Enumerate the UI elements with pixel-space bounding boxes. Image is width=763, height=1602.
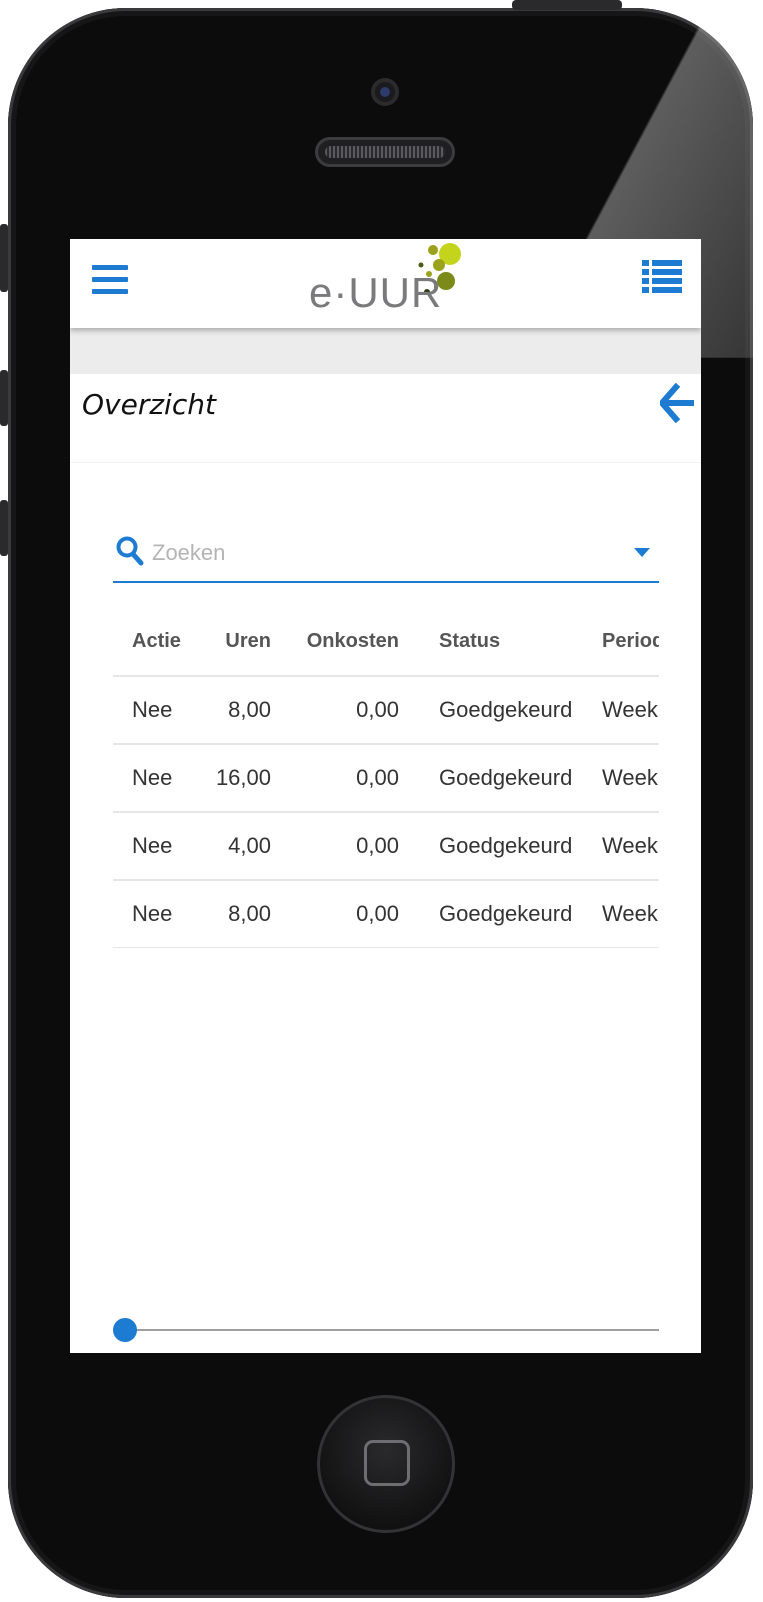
cell-periode: Week	[602, 697, 658, 722]
hamburger-menu-icon[interactable]	[92, 265, 128, 295]
table-row[interactable]: Nee 8,00 0,00 Goedgekeurd Week	[113, 676, 659, 745]
search-bar	[113, 526, 659, 583]
slider-thumb[interactable]	[113, 1318, 137, 1342]
mute-switch	[0, 224, 8, 292]
slider-track[interactable]	[125, 1329, 659, 1331]
cell-actie: Nee	[132, 765, 173, 790]
home-button[interactable]	[317, 1395, 455, 1533]
page-title: Overzicht	[82, 388, 216, 421]
earpiece-speaker	[315, 137, 455, 167]
column-header-onkosten[interactable]: Onkosten	[303, 608, 399, 675]
horizontal-scroll-slider[interactable]	[113, 1315, 659, 1345]
cell-uren: 16,00	[215, 765, 271, 790]
overview-table: Actie Uren Onkosten Status Period Nee 8,…	[113, 608, 659, 948]
search-icon[interactable]	[116, 536, 144, 566]
cell-actie: Nee	[132, 697, 173, 722]
front-camera	[371, 78, 399, 106]
phone-frame: e·UUR Overzicht Zoeken Actie Uren Onkost…	[8, 8, 753, 1598]
column-header-status[interactable]: Status	[439, 608, 500, 675]
search-input[interactable]	[152, 538, 602, 568]
column-header-actie[interactable]: Actie	[132, 608, 181, 675]
logo-text: e·UUR	[309, 269, 443, 316]
volume-up-button	[0, 370, 8, 426]
page-header: Overzicht	[70, 374, 701, 463]
cell-status: Goedgekeurd	[439, 901, 573, 926]
power-button	[512, 0, 622, 10]
cell-status: Goedgekeurd	[439, 697, 573, 722]
euur-logo: e·UUR	[309, 241, 469, 319]
cell-actie: Nee	[132, 833, 173, 858]
cell-uren: 8,00	[228, 697, 271, 722]
list-view-icon[interactable]	[642, 260, 682, 294]
table-row[interactable]: Nee 4,00 0,00 Goedgekeurd Week	[113, 812, 659, 881]
cell-onkosten: 0,00	[356, 901, 399, 926]
cell-status: Goedgekeurd	[439, 833, 573, 858]
column-header-uren[interactable]: Uren	[193, 608, 271, 675]
table-row[interactable]: Nee 8,00 0,00 Goedgekeurd Week	[113, 880, 659, 948]
cell-status: Goedgekeurd	[439, 765, 573, 790]
cell-onkosten: 0,00	[356, 765, 399, 790]
cell-uren: 4,00	[228, 833, 271, 858]
cell-periode: Week	[602, 833, 658, 858]
home-square-icon	[364, 1440, 410, 1486]
table-header-row: Actie Uren Onkosten Status Period	[113, 608, 659, 677]
cell-periode: Week	[602, 765, 658, 790]
column-header-periode[interactable]: Period	[602, 608, 659, 675]
cell-actie: Nee	[132, 901, 173, 926]
cell-uren: 8,00	[228, 901, 271, 926]
app-screen: e·UUR Overzicht Zoeken Actie Uren Onkost…	[70, 239, 701, 1353]
caret-down-icon[interactable]	[634, 548, 650, 557]
subheader-strip	[70, 328, 701, 374]
table-row[interactable]: Nee 16,00 0,00 Goedgekeurd Week	[113, 744, 659, 813]
cell-periode: Week	[602, 901, 658, 926]
arrow-left-icon[interactable]	[660, 383, 696, 423]
cell-onkosten: 0,00	[356, 833, 399, 858]
app-bar: e·UUR	[70, 239, 701, 328]
volume-down-button	[0, 500, 8, 556]
cell-onkosten: 0,00	[356, 697, 399, 722]
